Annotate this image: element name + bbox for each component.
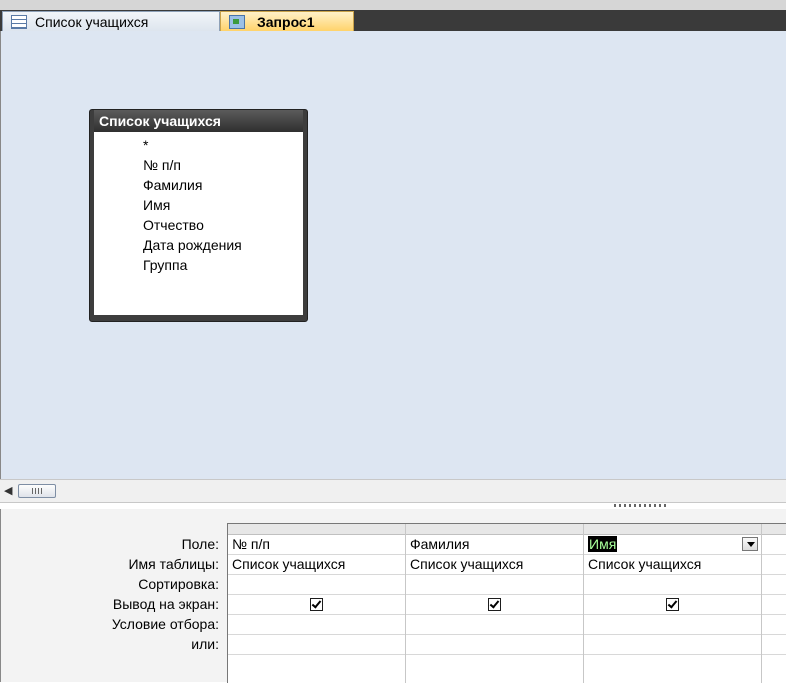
scrollbar-thumb[interactable]: [18, 484, 56, 498]
or-cell[interactable]: [762, 635, 786, 655]
field-surname[interactable]: Фамилия: [94, 175, 303, 195]
row-label-show: Вывод на экран:: [112, 596, 219, 612]
table-icon: [11, 14, 27, 29]
show-checkbox[interactable]: [666, 597, 679, 611]
row-label-sort: Сортировка:: [138, 576, 219, 592]
column-selector[interactable]: [228, 524, 405, 535]
show-cell[interactable]: [762, 595, 786, 615]
field-cell[interactable]: № п/п: [228, 535, 405, 555]
or-cell[interactable]: [228, 635, 405, 655]
field-list-title[interactable]: Список учащихся: [94, 110, 303, 132]
field-cell-value[interactable]: Имя: [588, 536, 618, 552]
table-cell[interactable]: Список учащихся: [406, 555, 583, 575]
chevron-down-icon[interactable]: [742, 537, 758, 551]
show-cell[interactable]: [406, 595, 583, 615]
field-number[interactable]: № п/п: [94, 155, 303, 175]
field-all[interactable]: *: [94, 135, 303, 155]
column-selector[interactable]: [584, 524, 761, 535]
column-selector[interactable]: [406, 524, 583, 535]
show-checkbox[interactable]: [310, 597, 323, 611]
show-cell[interactable]: [228, 595, 405, 615]
grid-columns: № п/п Список учащихся Фамилия Список уча…: [227, 523, 786, 683]
row-label-field: Поле:: [181, 536, 219, 552]
field-birthdate[interactable]: Дата рождения: [94, 235, 303, 255]
table-cell[interactable]: Список учащихся: [228, 555, 405, 575]
grid-column-1: № п/п Список учащихся: [228, 524, 406, 683]
pane-splitter-handle[interactable]: [614, 504, 668, 507]
field-name[interactable]: Имя: [94, 195, 303, 215]
grid-column-4: [762, 524, 786, 683]
scroll-left-arrow-icon[interactable]: ◀: [4, 483, 14, 499]
criteria-cell[interactable]: [584, 615, 761, 635]
table-cell[interactable]: [762, 555, 786, 575]
query-icon: [229, 14, 245, 29]
document-tab-strip: Список учащихся Запрос1: [0, 0, 786, 31]
or-cell[interactable]: [406, 635, 583, 655]
tab-student-list[interactable]: Список учащихся: [2, 11, 220, 31]
grid-row-labels: Поле: Имя таблицы: Сортировка: Вывод на …: [1, 534, 223, 654]
table-cell[interactable]: Список учащихся: [584, 555, 761, 575]
row-label-criteria: Условие отбора:: [111, 616, 219, 632]
field-cell-active[interactable]: Имя: [584, 535, 761, 555]
criteria-cell[interactable]: [406, 615, 583, 635]
row-label-or: или:: [191, 636, 219, 652]
sort-cell[interactable]: [762, 575, 786, 595]
criteria-cell[interactable]: [228, 615, 405, 635]
criteria-cell[interactable]: [762, 615, 786, 635]
sort-cell[interactable]: [584, 575, 761, 595]
horizontal-scrollbar[interactable]: ◀: [0, 479, 786, 503]
field-group[interactable]: Группа: [94, 255, 303, 275]
field-patronymic[interactable]: Отчество: [94, 215, 303, 235]
tab-query1[interactable]: Запрос1: [220, 11, 354, 31]
or-cell[interactable]: [584, 635, 761, 655]
tab-label: Список учащихся: [35, 13, 149, 30]
table-field-list[interactable]: Список учащихся * № п/п Фамилия Имя Отче…: [89, 109, 308, 322]
field-cell[interactable]: [762, 535, 786, 555]
show-cell[interactable]: [584, 595, 761, 615]
sort-cell[interactable]: [406, 575, 583, 595]
field-list-body: * № п/п Фамилия Имя Отчество Дата рожден…: [94, 132, 303, 315]
show-checkbox[interactable]: [488, 597, 501, 611]
column-selector[interactable]: [762, 524, 786, 535]
tab-label: Запрос1: [257, 13, 315, 30]
grid-column-2: Фамилия Список учащихся: [406, 524, 584, 683]
sort-cell[interactable]: [228, 575, 405, 595]
grid-column-3: Имя Список учащихся: [584, 524, 762, 683]
field-cell[interactable]: Фамилия: [406, 535, 583, 555]
query-design-pane[interactable]: Список учащихся * № п/п Фамилия Имя Отче…: [0, 31, 786, 479]
query-design-grid: Поле: Имя таблицы: Сортировка: Вывод на …: [0, 509, 786, 683]
row-label-table: Имя таблицы:: [128, 556, 219, 572]
